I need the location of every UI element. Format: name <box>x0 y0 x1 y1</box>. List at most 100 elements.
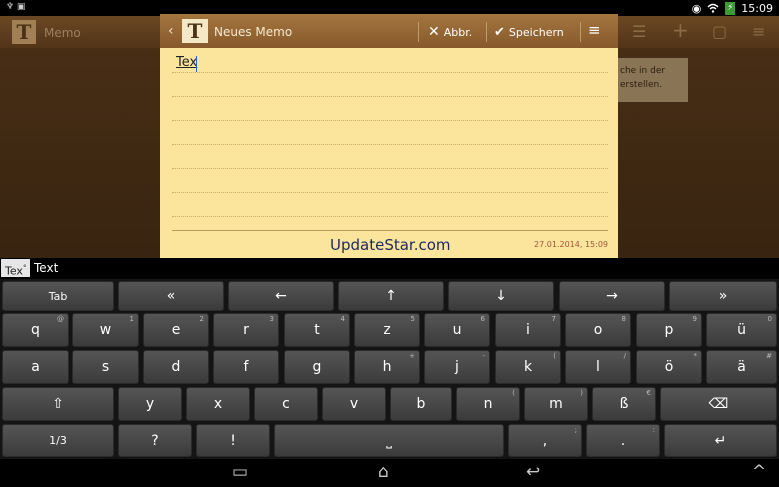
memo-header: ‹ T Neues Memo ✕ Abbr. ✔ Speichern ≡ <box>160 14 618 48</box>
key-label: h <box>382 359 392 375</box>
key-l[interactable]: l / <box>565 350 631 384</box>
symbols-key[interactable]: 1/3 <box>2 424 114 457</box>
tab-key[interactable]: Tab <box>2 281 114 311</box>
back-icon[interactable]: ‹ <box>168 23 174 39</box>
divider <box>418 22 419 42</box>
key-v[interactable]: v <box>322 387 386 421</box>
key-label: v <box>349 396 359 412</box>
key-.[interactable]: .: <box>586 424 660 457</box>
home-icon[interactable]: ⌂ <box>378 462 389 482</box>
key-m[interactable]: m) <box>524 387 588 421</box>
trash-icon[interactable]: ▢ <box>712 22 727 41</box>
key-label: ⇧ <box>52 396 64 412</box>
list-icon[interactable]: ☰ <box>632 22 646 41</box>
hint-line: erstellen. <box>620 80 663 90</box>
key-label: ä <box>737 359 746 375</box>
shift-key[interactable]: ⇧ <box>2 387 114 421</box>
key-label: , <box>542 432 548 449</box>
menu-icon[interactable]: ≡ <box>752 22 765 41</box>
key-d[interactable]: d <box>143 350 209 384</box>
key-secondary-label: € <box>646 389 651 397</box>
overflow-menu-icon[interactable]: ≡ <box>588 21 601 39</box>
key-label: p <box>664 322 674 338</box>
key-label: u <box>452 322 462 338</box>
key-k[interactable]: k( <box>495 350 561 384</box>
arrow-left-key[interactable]: ← <box>228 281 334 311</box>
key-z[interactable]: z5 <box>354 313 420 347</box>
key-label: b <box>416 396 426 412</box>
key-label: s <box>101 359 110 375</box>
key-label: ü <box>737 322 746 338</box>
key-y[interactable]: y <box>118 387 182 421</box>
word-left-key[interactable]: « <box>118 281 224 311</box>
collapse-icon[interactable]: ^ <box>752 462 766 482</box>
key-,[interactable]: ,; <box>508 424 582 457</box>
key-r[interactable]: r3 <box>213 313 279 347</box>
key-secondary-label: ( <box>512 389 515 397</box>
key-q[interactable]: q @ <box>2 313 69 347</box>
key-h[interactable]: h + <box>354 350 420 384</box>
clock: 15:09 <box>741 1 773 15</box>
arrow-right-key[interactable]: → <box>559 281 665 311</box>
key-o[interactable]: o8 <box>565 313 631 347</box>
memo-body[interactable] <box>172 52 608 230</box>
space-key[interactable]: ⎵ <box>274 424 504 457</box>
key-ü[interactable]: ü0 <box>706 313 777 347</box>
cancel-button[interactable]: ✕ Abbr. <box>428 21 472 43</box>
arrow-down-key[interactable]: ↓ <box>448 281 554 311</box>
word-right-key[interactable]: » <box>669 281 777 311</box>
key-p[interactable]: p9 <box>636 313 702 347</box>
key-label: a <box>31 359 40 375</box>
key-a[interactable]: a <box>2 350 69 384</box>
enter-key[interactable]: ↵ <box>664 424 777 457</box>
memo-text[interactable]: Tex <box>176 55 197 70</box>
key-![interactable]: ! <box>196 424 270 457</box>
key-u[interactable]: u6 <box>424 313 490 347</box>
key-?[interactable]: ? <box>118 424 192 457</box>
key-e[interactable]: e2 <box>143 313 209 347</box>
recent-apps-icon[interactable]: ▭ <box>232 462 248 482</box>
key-label: k <box>523 359 533 375</box>
key-secondary-label: - <box>482 352 485 360</box>
save-button[interactable]: ✔ Speichern <box>494 21 564 43</box>
key-label: ö <box>664 359 674 375</box>
suggestion-word[interactable]: Text <box>34 261 58 275</box>
key-i[interactable]: i7 <box>495 313 561 347</box>
back-nav-icon[interactable]: ↩ <box>526 462 540 482</box>
key-c[interactable]: c <box>254 387 318 421</box>
key-label: 1/3 <box>49 434 67 447</box>
key-ß[interactable]: ß € <box>592 387 656 421</box>
key-b[interactable]: b <box>390 387 452 421</box>
key-label: ? <box>151 432 159 449</box>
key-ö[interactable]: ö * <box>636 350 702 384</box>
key-x[interactable]: x <box>186 387 250 421</box>
divider <box>580 22 581 42</box>
memo-timestamp: 27.01.2014, 15:09 <box>534 240 608 249</box>
key-label: m <box>549 396 563 412</box>
key-j[interactable]: j- <box>424 350 490 384</box>
key-label: ß <box>619 396 629 412</box>
cancel-label: Abbr. <box>443 25 473 39</box>
key-secondary-label: * <box>693 352 698 360</box>
add-icon[interactable]: + <box>672 18 689 42</box>
key-label: ⎵ <box>386 432 392 449</box>
key-label: g <box>312 359 322 375</box>
key-ä[interactable]: ä # <box>706 350 777 384</box>
key-n[interactable]: n( <box>456 387 520 421</box>
key-secondary-label: / <box>623 352 626 360</box>
key-t[interactable]: t4 <box>284 313 350 347</box>
key-s[interactable]: s <box>72 350 139 384</box>
key-secondary-label: + <box>409 352 415 360</box>
screen: ♆ ▣ ◉ ⚡ 15:09 T Memo ☰ + ▢ ≡ che in der … <box>0 0 779 487</box>
suggestion-bar <box>0 258 779 279</box>
key-secondary-label: 9 <box>692 315 697 323</box>
key-f[interactable]: f <box>213 350 279 384</box>
footer-divider <box>172 230 608 231</box>
key-label: n <box>483 396 493 412</box>
suggestion-typed[interactable]: Tex° <box>1 259 31 278</box>
arrow-up-key[interactable]: ↑ <box>338 281 444 311</box>
key-label: o <box>593 322 603 338</box>
key-g[interactable]: g <box>284 350 350 384</box>
backspace-key[interactable]: ⌫ <box>660 387 777 421</box>
key-w[interactable]: w1 <box>72 313 139 347</box>
